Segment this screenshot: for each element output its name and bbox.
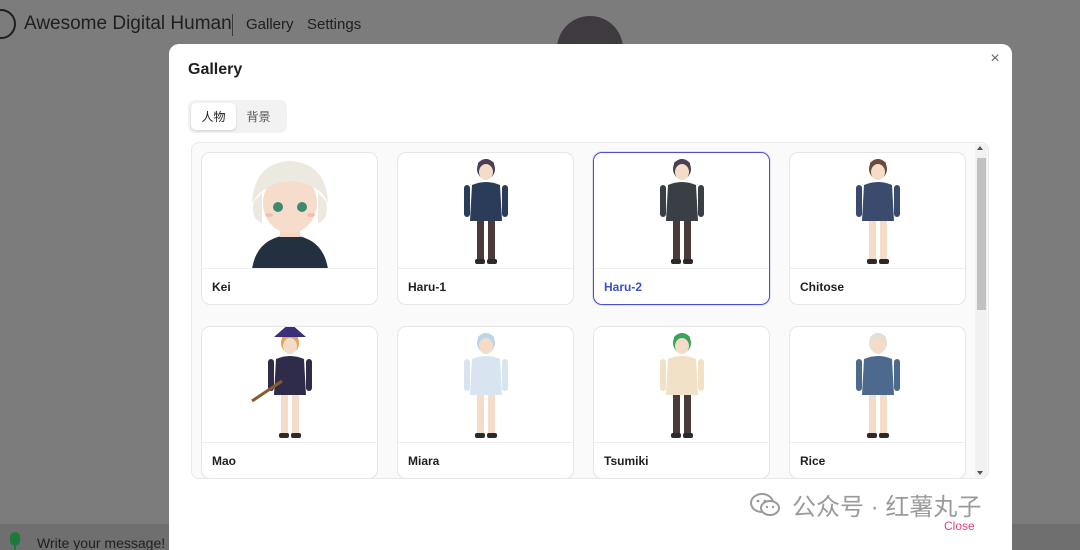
watermark-text: 公众号 · 红薯丸子 (792, 494, 982, 521)
scroll-thumb[interactable] (977, 158, 986, 310)
character-card[interactable]: Rice (789, 326, 966, 478)
character-figure (856, 333, 900, 438)
microphone-stand (14, 545, 16, 550)
character-figure (660, 159, 704, 264)
character-figure (856, 159, 900, 264)
scroll-down-arrow[interactable] (977, 471, 983, 475)
character-card[interactable]: Chitose (789, 152, 966, 305)
character-figure (252, 161, 328, 268)
tab-backgrounds[interactable]: 背景 (236, 103, 281, 130)
character-thumbnail (398, 153, 573, 269)
character-name: Tsumiki (604, 454, 649, 468)
wechat-icon (750, 492, 780, 516)
character-thumbnail (594, 327, 769, 443)
tab-characters[interactable]: 人物 (191, 103, 236, 130)
modal-title: Gallery (188, 61, 243, 78)
character-name: Rice (800, 454, 826, 468)
nav-divider (232, 14, 233, 36)
scroll-up-arrow[interactable] (977, 146, 983, 150)
character-thumbnail (594, 153, 769, 269)
character-name: Chitose (800, 280, 845, 294)
character-name: Haru-1 (408, 280, 447, 294)
gallery-tabs: 人物 背景 (188, 100, 287, 133)
character-card[interactable]: Haru-1 (397, 152, 574, 305)
nav-gallery[interactable]: Gallery (246, 16, 294, 33)
microphone-icon[interactable] (10, 532, 20, 546)
gallery-grid: Kei Haru-1 Haru-2 Chitose Mao Miara Tsumiki Ric… (191, 142, 989, 479)
character-thumbnail (790, 327, 965, 443)
character-name: Haru-2 (604, 280, 643, 294)
character-name: Miara (408, 454, 440, 468)
character-thumbnail (202, 327, 377, 443)
nav-settings[interactable]: Settings (307, 16, 361, 33)
character-name: Kei (212, 280, 231, 294)
character-thumbnail (398, 327, 573, 443)
character-thumbnail (790, 153, 965, 269)
gallery-scrollbar[interactable] (975, 144, 987, 477)
app-header: Awesome Digital Human Gallery Settings (0, 0, 1080, 48)
close-icon[interactable]: × (988, 51, 1002, 67)
character-card[interactable]: Mao (201, 326, 378, 478)
character-card[interactable]: Miara (397, 326, 574, 478)
character-name: Mao (212, 454, 236, 468)
message-input-placeholder[interactable]: Write your message! (37, 535, 165, 550)
watermark: 公众号 · 红薯丸子 (750, 487, 981, 522)
character-figure (464, 159, 508, 264)
character-figure (464, 333, 508, 438)
gallery-modal: Gallery × 人物 背景 Kei Haru-1 Haru-2 Chitose Ma… (169, 44, 1012, 550)
app-title: Awesome Digital Human (24, 13, 232, 34)
character-thumbnail (202, 153, 377, 269)
character-figure (251, 327, 312, 438)
close-button[interactable]: Close (944, 519, 975, 533)
character-card[interactable]: Kei (201, 152, 378, 305)
logo-icon (0, 9, 16, 39)
character-card[interactable]: Haru-2 (593, 152, 770, 305)
character-figure (660, 333, 704, 438)
character-card[interactable]: Tsumiki (593, 326, 770, 478)
